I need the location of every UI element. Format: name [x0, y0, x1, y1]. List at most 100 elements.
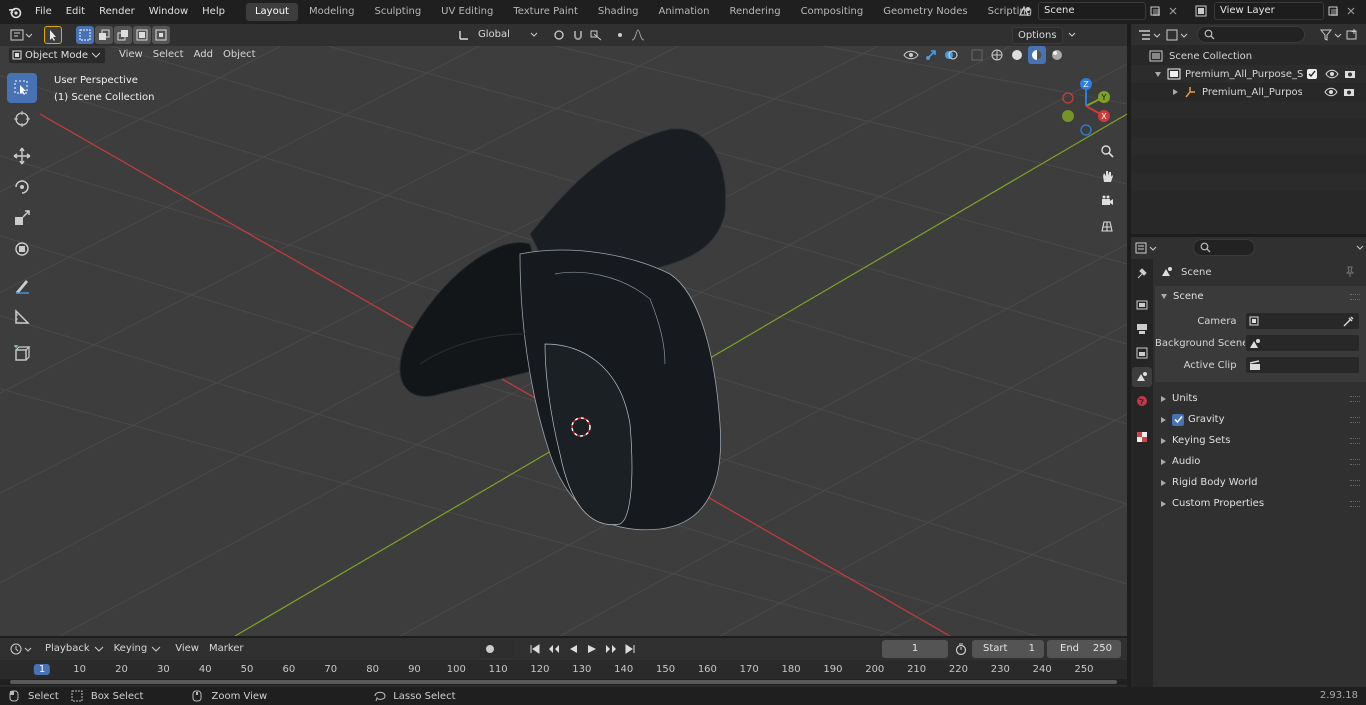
play-reverse-icon[interactable]: [564, 640, 582, 658]
jump-start-icon[interactable]: [526, 640, 544, 658]
drag-handle-icon[interactable]: [1350, 293, 1360, 300]
material-preview-icon[interactable]: [1028, 46, 1046, 64]
properties-editor-type-icon[interactable]: [1135, 239, 1157, 257]
panel-rigid-body-world[interactable]: Rigid Body World: [1155, 472, 1366, 493]
drag-handle-icon[interactable]: [1350, 479, 1360, 486]
camera-render-icon[interactable]: [1343, 87, 1355, 97]
chevron-down-icon[interactable]: [525, 26, 543, 44]
blender-logo-icon[interactable]: [6, 3, 24, 21]
stopwatch-icon[interactable]: [952, 640, 970, 658]
texture-tab-icon[interactable]: [1132, 427, 1152, 447]
panel-units[interactable]: Units: [1155, 388, 1366, 409]
camera-field[interactable]: [1244, 312, 1360, 330]
properties-options-chevron-icon[interactable]: [1354, 239, 1366, 257]
scale-tool-icon[interactable]: [7, 203, 37, 233]
wireframe-shading-icon[interactable]: [988, 46, 1006, 64]
current-frame-indicator[interactable]: 1: [33, 664, 51, 675]
playback-menu[interactable]: Playback: [40, 640, 109, 658]
scrollbar-thumb[interactable]: [10, 680, 1117, 684]
menu-render[interactable]: Render: [92, 0, 142, 24]
expand-chevron-down-icon[interactable]: [1155, 71, 1161, 77]
camera-render-icon[interactable]: [1344, 69, 1356, 79]
select-tool-icon[interactable]: [44, 26, 62, 44]
add-cube-tool-icon[interactable]: [7, 339, 37, 369]
background-scene-field[interactable]: [1245, 334, 1360, 352]
render-tab-icon[interactable]: [1132, 295, 1152, 315]
world-tab-icon[interactable]: [1132, 391, 1152, 411]
keying-menu[interactable]: Keying: [109, 640, 167, 658]
scene-icon[interactable]: [1012, 2, 1038, 20]
proportional-edit-icon[interactable]: [611, 26, 629, 44]
expand-chevron-right-icon[interactable]: [1173, 89, 1178, 95]
move-tool-icon[interactable]: [7, 141, 37, 171]
output-tab-icon[interactable]: [1132, 319, 1152, 339]
scene-name-field[interactable]: Scene: [1038, 2, 1146, 20]
delete-view-layer-icon[interactable]: [1342, 2, 1360, 20]
scene-tab-icon[interactable]: [1132, 367, 1152, 387]
xray-toggle-icon[interactable]: [968, 46, 986, 64]
rotate-tool-icon[interactable]: [7, 172, 37, 202]
select-invert-icon[interactable]: [133, 26, 151, 44]
tab-geometry-nodes[interactable]: Geometry Nodes: [874, 3, 976, 21]
play-icon[interactable]: [583, 640, 601, 658]
menu-object[interactable]: Object: [218, 46, 261, 64]
panel-keying-sets[interactable]: Keying Sets: [1155, 430, 1366, 451]
timeline-editor-type-icon[interactable]: [6, 640, 36, 658]
outliner-item-collection[interactable]: Premium_All_Purpose_Saddle: [1131, 65, 1366, 83]
menu-help[interactable]: Help: [195, 0, 232, 24]
3d-viewport[interactable]: User Perspective (1) Scene Collection Z …: [0, 24, 1127, 636]
transform-orientation-dropdown[interactable]: Global: [473, 26, 525, 44]
properties-search-input[interactable]: [1193, 239, 1256, 256]
select-box-tool-icon[interactable]: [7, 73, 37, 103]
snap-target-icon[interactable]: [587, 26, 605, 44]
options-chevron-down-icon[interactable]: [1063, 26, 1081, 44]
menu-edit[interactable]: Edit: [59, 0, 92, 24]
editor-type-icon[interactable]: [6, 26, 36, 44]
saddle-model[interactable]: [380, 124, 740, 544]
panel-audio[interactable]: Audio: [1155, 451, 1366, 472]
outliner-editor-type-icon[interactable]: [1135, 26, 1163, 44]
new-scene-icon[interactable]: [1146, 2, 1164, 20]
outliner-item-object[interactable]: Premium_All_Purpose_Sa: [1131, 83, 1366, 101]
drag-handle-icon[interactable]: [1350, 458, 1360, 465]
pivot-point-icon[interactable]: [551, 26, 569, 44]
drag-handle-icon[interactable]: [1350, 416, 1360, 423]
object-mode-dropdown[interactable]: Object Mode: [25, 50, 91, 61]
solid-shading-icon[interactable]: [1008, 46, 1026, 64]
zoom-icon[interactable]: [1098, 142, 1116, 160]
scene-panel-header[interactable]: Scene: [1155, 286, 1366, 307]
visibility-filter-icon[interactable]: [902, 46, 920, 64]
outliner-scene-collection[interactable]: Scene Collection: [1131, 47, 1366, 65]
eye-icon[interactable]: [1324, 87, 1338, 97]
menu-window[interactable]: Window: [142, 0, 195, 24]
3d-cursor-icon[interactable]: [568, 414, 594, 440]
tab-rendering[interactable]: Rendering: [720, 3, 789, 21]
filter-icon[interactable]: [1319, 26, 1343, 44]
tab-sculpting[interactable]: Sculpting: [365, 3, 430, 21]
start-frame-field[interactable]: Start 1: [972, 640, 1044, 658]
select-new-icon[interactable]: [76, 26, 94, 44]
delete-scene-icon[interactable]: [1164, 2, 1182, 20]
annotate-tool-icon[interactable]: [7, 271, 37, 301]
navigation-gizmo[interactable]: Z Y X: [1058, 76, 1118, 140]
tab-modeling[interactable]: Modeling: [300, 3, 364, 21]
menu-select[interactable]: Select: [148, 46, 189, 64]
view-layer-tab-icon[interactable]: [1132, 343, 1152, 363]
end-frame-field[interactable]: End 250: [1047, 640, 1121, 658]
eye-icon[interactable]: [1325, 69, 1339, 79]
grid-projection-icon[interactable]: [1098, 217, 1116, 235]
select-intersect-icon[interactable]: [152, 26, 170, 44]
gizmo-toggle-icon[interactable]: [922, 46, 940, 64]
view-layer-icon[interactable]: [1188, 2, 1214, 20]
camera-view-icon[interactable]: [1098, 192, 1116, 210]
next-keyframe-icon[interactable]: [602, 640, 620, 658]
current-frame-field[interactable]: 1: [882, 640, 948, 658]
transform-tool-icon[interactable]: [7, 234, 37, 264]
jump-end-icon[interactable]: [621, 640, 639, 658]
tab-uv-editing[interactable]: UV Editing: [432, 3, 502, 21]
menu-file[interactable]: File: [28, 0, 59, 24]
orientation-icon[interactable]: [455, 26, 473, 44]
new-collection-icon[interactable]: [1343, 26, 1361, 44]
eyedropper-icon[interactable]: [1343, 316, 1354, 327]
record-button[interactable]: [480, 640, 514, 658]
